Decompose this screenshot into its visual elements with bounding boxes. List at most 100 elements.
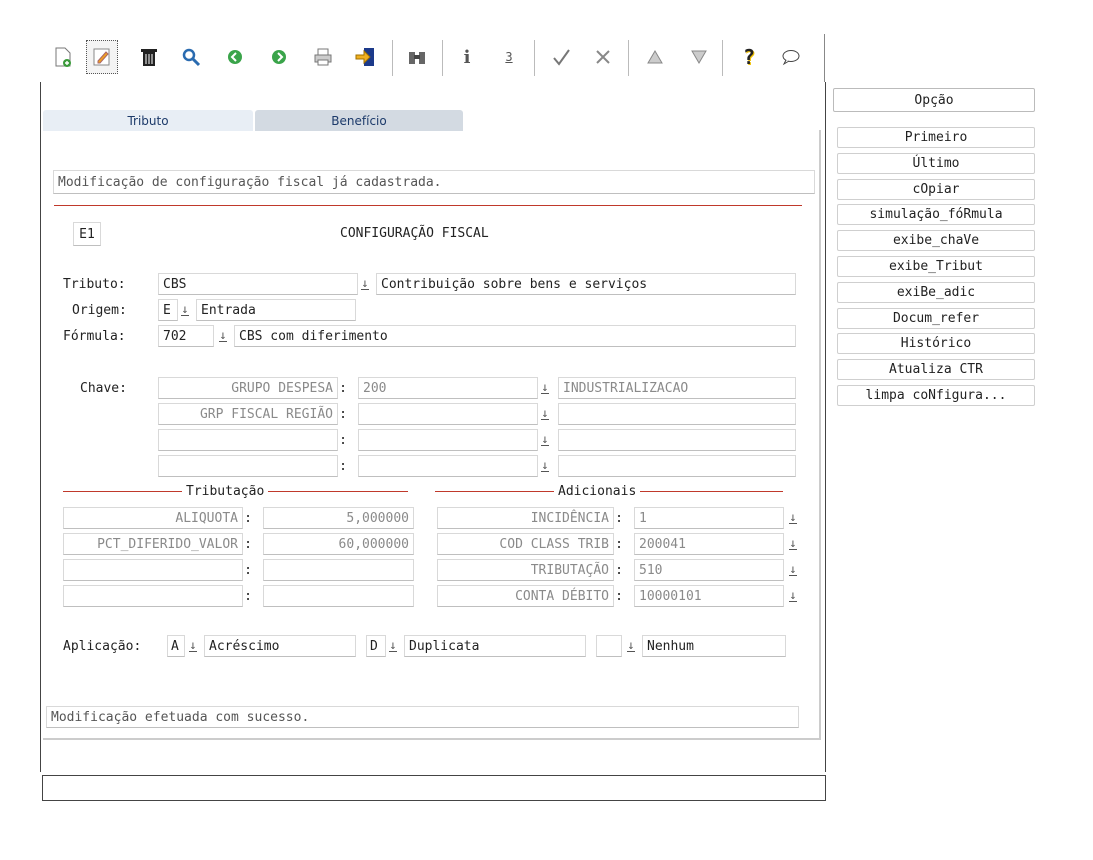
tributacao-value-field[interactable]: 5,000000 bbox=[263, 507, 414, 529]
chave-colon: : bbox=[339, 406, 347, 422]
option-button[interactable]: exibe_Tribut bbox=[837, 256, 1035, 277]
option-button[interactable]: cOpiar bbox=[837, 178, 1035, 200]
option-button[interactable]: Primeiro bbox=[837, 127, 1035, 148]
tributo-code-field[interactable]: CBS bbox=[158, 273, 358, 295]
aplicacao-dropdown3-icon[interactable]: ↓ bbox=[624, 635, 638, 657]
option-button[interactable]: simulação_fóRmula bbox=[837, 204, 1035, 226]
adicionais-dropdown-icon[interactable]: ↓ bbox=[786, 585, 800, 607]
tributo-desc-field[interactable]: Contribuição sobre bens e serviços bbox=[376, 273, 796, 295]
tributacao-colon: : bbox=[244, 588, 252, 604]
chave-dropdown-icon[interactable]: ↓ bbox=[538, 377, 552, 399]
help-icon[interactable]: ? bbox=[736, 44, 762, 70]
new-doc-icon[interactable] bbox=[50, 44, 76, 70]
aplicacao-desc1-field[interactable]: Acréscimo bbox=[204, 635, 356, 657]
tab-tributo[interactable]: Tributo bbox=[43, 110, 253, 131]
toolbar-separator bbox=[442, 40, 443, 76]
adicionais-colon: : bbox=[615, 536, 623, 552]
check-icon[interactable] bbox=[548, 44, 574, 70]
chave-value-field[interactable] bbox=[358, 429, 538, 451]
chave-dropdown-icon[interactable]: ↓ bbox=[538, 455, 552, 477]
aplicacao-code1-field[interactable]: A bbox=[167, 635, 185, 657]
option-button[interactable]: Atualiza CTR bbox=[837, 359, 1035, 381]
aplicacao-dropdown1-icon[interactable]: ↓ bbox=[186, 635, 200, 657]
chave-label: Chave: bbox=[80, 380, 127, 396]
origem-desc-field[interactable]: Entrada bbox=[196, 299, 356, 321]
tributacao-name-field bbox=[63, 559, 243, 581]
aplicacao-code3-field[interactable] bbox=[596, 635, 622, 657]
comment-icon[interactable] bbox=[778, 44, 804, 70]
option-button[interactable]: Último bbox=[837, 152, 1035, 174]
section-title: CONFIGURAÇÃO FISCAL bbox=[340, 225, 489, 241]
origem-dropdown-icon[interactable]: ↓ bbox=[178, 299, 192, 321]
chave-colon: : bbox=[339, 432, 347, 448]
chave-name-field: GRUPO DESPESA bbox=[158, 377, 338, 399]
print-icon[interactable] bbox=[310, 44, 336, 70]
tributacao-value-field[interactable] bbox=[263, 559, 414, 581]
tributo-label: Tributo: bbox=[63, 276, 126, 292]
toolbar-separator bbox=[392, 40, 393, 76]
origem-code-field[interactable]: E bbox=[158, 299, 178, 321]
chave-dropdown-icon[interactable]: ↓ bbox=[538, 403, 552, 425]
tributacao-name-field: PCT_DIFERIDO_VALOR bbox=[63, 533, 243, 555]
down-icon[interactable] bbox=[686, 44, 712, 70]
option-button[interactable]: exibe_chaVe bbox=[837, 230, 1035, 252]
formula-label: Fórmula: bbox=[63, 328, 126, 344]
adicionais-value-field[interactable]: 510 bbox=[634, 559, 784, 581]
adicionais-dropdown-icon[interactable]: ↓ bbox=[786, 507, 800, 529]
prev-icon[interactable] bbox=[222, 44, 248, 70]
aplicacao-dropdown2-icon[interactable]: ↓ bbox=[386, 635, 400, 657]
tributacao-colon: : bbox=[244, 536, 252, 552]
chave-desc-field[interactable]: INDUSTRIALIZACAO bbox=[558, 377, 796, 399]
aplicacao-code2-field[interactable]: D bbox=[366, 635, 386, 657]
adicionais-colon: : bbox=[615, 510, 623, 526]
tributacao-value-field[interactable]: 60,000000 bbox=[263, 533, 414, 555]
option-button[interactable]: Docum_refer bbox=[837, 307, 1035, 329]
option-button[interactable]: exiBe_adic bbox=[837, 281, 1035, 303]
adicionais-value-field[interactable]: 200041 bbox=[634, 533, 784, 555]
aplicacao-label: Aplicação: bbox=[63, 638, 142, 654]
aplicacao-desc2-field[interactable]: Duplicata bbox=[404, 635, 586, 657]
origem-label: Origem: bbox=[72, 302, 127, 318]
search-icon[interactable] bbox=[178, 44, 204, 70]
chave-colon: : bbox=[339, 380, 347, 396]
chave-desc-field[interactable] bbox=[558, 455, 796, 477]
option-button[interactable]: Histórico bbox=[837, 333, 1035, 355]
binoculars-icon[interactable] bbox=[404, 44, 430, 70]
trash-icon[interactable] bbox=[136, 44, 162, 70]
toolbar-separator bbox=[722, 40, 723, 76]
cancel-icon[interactable] bbox=[590, 44, 616, 70]
counter-icon[interactable]: 3 bbox=[496, 44, 522, 70]
chave-value-field[interactable] bbox=[358, 403, 538, 425]
adicionais-colon: : bbox=[615, 562, 623, 578]
exit-icon[interactable] bbox=[352, 44, 378, 70]
tributacao-title: Tributação bbox=[182, 482, 269, 500]
adicionais-dropdown-icon[interactable]: ↓ bbox=[786, 533, 800, 555]
tributacao-value-field[interactable] bbox=[263, 585, 414, 607]
footer-message: Modificação efetuada com sucesso. bbox=[46, 706, 799, 728]
formula-dropdown-icon[interactable]: ↓ bbox=[216, 325, 230, 347]
info-icon[interactable]: i bbox=[454, 44, 480, 70]
chave-value-field[interactable] bbox=[358, 455, 538, 477]
tributacao-name-field: ALIQUOTA bbox=[63, 507, 243, 529]
chave-colon: : bbox=[339, 458, 347, 474]
chave-desc-field[interactable] bbox=[558, 403, 796, 425]
chave-value-field[interactable]: 200 bbox=[358, 377, 538, 399]
next-icon[interactable] bbox=[266, 44, 292, 70]
toolbar-separator bbox=[534, 40, 535, 76]
option-button[interactable]: limpa coNfigura... bbox=[837, 385, 1035, 406]
red-separator bbox=[54, 205, 802, 206]
tab-beneficio[interactable]: Benefício bbox=[255, 110, 463, 131]
adicionais-name-field: CONTA DÉBITO bbox=[437, 585, 614, 607]
up-icon[interactable] bbox=[642, 44, 668, 70]
adicionais-dropdown-icon[interactable]: ↓ bbox=[786, 559, 800, 581]
adicionais-value-field[interactable]: 1 bbox=[634, 507, 784, 529]
formula-code-field[interactable]: 702 bbox=[158, 325, 214, 347]
chave-desc-field[interactable] bbox=[558, 429, 796, 451]
header-message: Modificação de configuração fiscal já ca… bbox=[53, 170, 815, 194]
chave-dropdown-icon[interactable]: ↓ bbox=[538, 429, 552, 451]
tributo-dropdown-icon[interactable]: ↓ bbox=[358, 273, 372, 295]
aplicacao-desc3-field[interactable]: Nenhum bbox=[642, 635, 786, 657]
edit-icon[interactable] bbox=[86, 40, 118, 74]
formula-desc-field[interactable]: CBS com diferimento bbox=[234, 325, 796, 347]
adicionais-value-field[interactable]: 10000101 bbox=[634, 585, 784, 607]
